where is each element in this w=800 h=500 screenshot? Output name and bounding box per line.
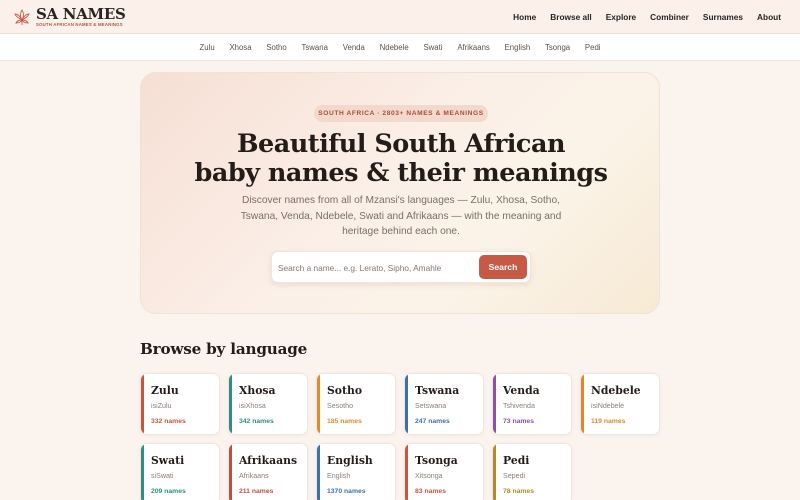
lang-link-zulu[interactable]: Zulu (192, 43, 222, 52)
card-name-count: 1370 names (327, 488, 366, 495)
hero-description: Discover names from all of Mzansi's lang… (240, 195, 562, 237)
search-input[interactable] (278, 256, 474, 279)
language-card-afrikaans[interactable]: Afrikaans Afrikaans 211 names (228, 443, 308, 500)
card-accent-bar (229, 444, 232, 500)
card-language-name: English (327, 454, 373, 467)
card-language-name: Xhosa (239, 384, 276, 397)
card-accent-bar (317, 444, 320, 500)
language-card-tswana[interactable]: Tswana Setswana 247 names (404, 373, 484, 435)
card-accent-bar (581, 374, 584, 434)
nav-home[interactable]: Home (513, 12, 536, 22)
card-accent-bar (405, 374, 408, 434)
brand-subtitle: SOUTH AFRICAN NAMES & MEANINGS (36, 21, 123, 27)
browse-section-title: Browse by language (140, 340, 308, 358)
language-card-zulu[interactable]: Zulu isiZulu 332 names (140, 373, 220, 435)
card-language-name: Sotho (327, 384, 363, 397)
hero-title-line-2: baby names & their meanings (194, 158, 608, 188)
search-button[interactable]: Search (479, 255, 527, 279)
card-accent-bar (493, 444, 496, 500)
card-name-count: 209 names (151, 488, 186, 495)
card-language-name: Afrikaans (239, 454, 298, 467)
language-card-tsonga[interactable]: Tsonga Xitsonga 83 names (404, 443, 484, 500)
card-name-count: 73 names (503, 418, 534, 425)
lang-link-afrikaans[interactable]: Afrikaans (450, 43, 497, 52)
search-box: Search (271, 251, 531, 283)
card-native-name: Tshivenda (503, 402, 535, 410)
card-accent-bar (141, 374, 144, 434)
card-native-name: isiNdebele (591, 402, 625, 410)
card-language-name: Swati (151, 454, 185, 467)
lang-link-pedi[interactable]: Pedi (578, 43, 608, 52)
nav-about[interactable]: About (757, 12, 781, 22)
lang-link-english[interactable]: English (497, 43, 537, 52)
card-native-name: isiXhosa (239, 402, 266, 410)
language-card-swati[interactable]: Swati siSwati 209 names (140, 443, 220, 500)
card-native-name: Afrikaans (239, 472, 269, 480)
card-name-count: 332 names (151, 418, 186, 425)
card-name-count: 185 names (327, 418, 362, 425)
nav-combiner[interactable]: Combiner (650, 12, 689, 22)
card-accent-bar (405, 444, 408, 500)
lang-link-tsonga[interactable]: Tsonga (538, 43, 578, 52)
card-language-name: Zulu (151, 384, 179, 397)
card-accent-bar (317, 374, 320, 434)
hero-title-line-1: Beautiful South African (236, 129, 566, 159)
card-accent-bar (229, 374, 232, 434)
card-native-name: English (327, 472, 351, 480)
language-card-ndebele[interactable]: Ndebele isiNdebele 119 names (580, 373, 660, 435)
language-card-pedi[interactable]: Pedi Sepedi 78 names (492, 443, 572, 500)
card-name-count: 247 names (415, 418, 450, 425)
card-native-name: Xitsonga (415, 472, 443, 480)
nav-surnames[interactable]: Surnames (703, 12, 743, 22)
lang-link-swati[interactable]: Swati (416, 43, 450, 52)
logo[interactable]: SA NAMES SOUTH AFRICAN NAMES & MEANINGS (12, 6, 126, 28)
hero-title: Beautiful South African baby names & the… (141, 130, 661, 188)
lang-link-sotho[interactable]: Sotho (259, 43, 294, 52)
protea-logo-icon (14, 9, 30, 25)
card-language-name: Ndebele (591, 384, 641, 397)
card-language-name: Tswana (415, 384, 460, 397)
card-accent-bar (141, 444, 144, 500)
card-native-name: Sesotho (327, 402, 354, 410)
hero-panel: SOUTH AFRICA · 2803+ NAMES & MEANINGS Be… (140, 72, 660, 314)
language-card-xhosa[interactable]: Xhosa isiXhosa 342 names (228, 373, 308, 435)
card-native-name: Setswana (415, 402, 447, 410)
card-name-count: 83 names (415, 488, 446, 495)
card-native-name: siSwati (151, 472, 174, 480)
lang-link-venda[interactable]: Venda (335, 43, 372, 52)
card-native-name: Sepedi (503, 472, 526, 480)
lang-link-xhosa[interactable]: Xhosa (222, 43, 259, 52)
card-language-name: Venda (503, 384, 540, 397)
card-accent-bar (493, 374, 496, 434)
card-name-count: 119 names (591, 418, 626, 425)
lang-link-tswana[interactable]: Tswana (294, 43, 335, 52)
brand-title: SA NAMES (36, 4, 126, 23)
language-card-sotho[interactable]: Sotho Sesotho 185 names (316, 373, 396, 435)
language-card-venda[interactable]: Venda Tshivenda 73 names (492, 373, 572, 435)
card-native-name: isiZulu (151, 402, 172, 410)
nav-explore[interactable]: Explore (606, 12, 636, 22)
card-name-count: 211 names (239, 488, 274, 495)
language-card-english[interactable]: English English 1370 names (316, 443, 396, 500)
language-bar: Zulu Xhosa Sotho Tswana Venda Ndebele Sw… (0, 34, 800, 61)
card-language-name: Tsonga (415, 454, 458, 467)
hero-badge: SOUTH AFRICA · 2803+ NAMES & MEANINGS (314, 105, 488, 122)
site-header: SA NAMES SOUTH AFRICAN NAMES & MEANINGS … (0, 0, 800, 34)
lang-link-ndebele[interactable]: Ndebele (372, 43, 416, 52)
card-name-count: 342 names (239, 418, 274, 425)
card-language-name: Pedi (503, 454, 530, 467)
nav-browse-all[interactable]: Browse all (550, 12, 592, 22)
main-nav: Home Browse all Explore Combiner Surname… (513, 0, 781, 34)
card-name-count: 78 names (503, 488, 534, 495)
